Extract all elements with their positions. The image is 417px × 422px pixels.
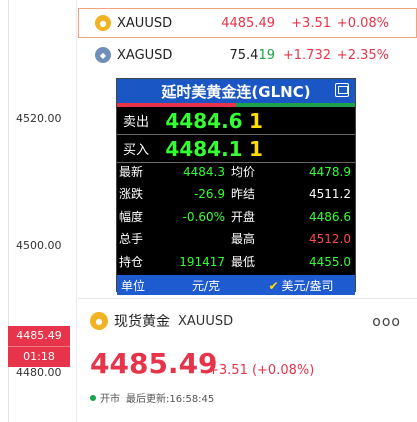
price-axis: 4520.00 4500.00 4480.00 4485.49 01:18: [0, 0, 77, 422]
window-toggle-icon[interactable]: [335, 83, 349, 97]
stat-label: 最高: [231, 232, 256, 247]
current-price-label: 4485.49: [16, 329, 62, 342]
price-main: 75.4: [229, 47, 259, 63]
sell-row: 卖出 4484.6 1: [117, 107, 355, 135]
status-label: 开市: [100, 394, 120, 405]
stat-label: 均价: [231, 165, 256, 179]
card-header: ● 现货黄金 XAUUSD: [90, 311, 233, 331]
big-price: 4485.49: [90, 347, 218, 380]
percent-value: +0.08%: [336, 15, 389, 31]
stat-value: 4486.6: [309, 209, 351, 224]
updated-label: 最后更新:16:58:45: [126, 394, 215, 405]
unit-usd-label: 美元/盎司: [281, 278, 334, 293]
stat-value: -0.60%: [182, 209, 225, 224]
stat-value: -26.9: [193, 187, 225, 202]
quote-panel: 延时美黄金连(GLNC) 卖出 4484.6 1 买入 4484.1 1 最新 …: [116, 78, 356, 295]
symbol-label: XAUUSD: [117, 15, 173, 31]
axis-tick: 4480.00: [16, 366, 62, 379]
stat-label: 昨结: [231, 187, 256, 202]
gold-coin-icon: ●: [90, 312, 108, 330]
price-value: 4485.49: [221, 15, 275, 31]
silver-coin-icon: ◆: [95, 47, 111, 63]
stat-label: 持仓: [119, 254, 144, 269]
watchlist-row-xagusd[interactable]: ◆ XAGUSD 75.419 +1.732 +2.35%: [78, 40, 417, 70]
sell-price: 4484.6: [165, 108, 243, 133]
stat-value: 4512.0: [309, 232, 351, 247]
countdown-label: 01:18: [8, 346, 70, 367]
sell-label: 卖出: [123, 115, 150, 130]
instrument-card[interactable]: ● 现货黄金 XAUUSD ooo 4485.49 +3.51 (+0.08%)…: [78, 298, 417, 422]
axis-tick: 4500.00: [16, 239, 62, 252]
instrument-symbol: XAUUSD: [178, 313, 234, 329]
app-root: 4520.00 4500.00 4480.00 4485.49 01:18 ● …: [0, 0, 417, 422]
stat-label: 幅度: [119, 209, 144, 224]
stat-label: 最新: [119, 165, 144, 179]
stat-value: 4455.0: [309, 254, 351, 269]
buy-label: 买入: [123, 143, 150, 158]
quote-stats-grid: 最新 4484.3 均价 4478.9 涨跌 -26.9 昨结 4511.2 幅…: [117, 163, 355, 275]
unit-label: 单位: [121, 278, 146, 293]
price-tail: 19: [258, 47, 275, 63]
buy-qty: 1: [249, 136, 263, 161]
percent-value: +2.35%: [336, 47, 389, 63]
stat-value: 191417: [179, 254, 225, 269]
watchlist-row-xauusd[interactable]: ● XAUUSD 4485.49 +3.51 +0.08%: [78, 8, 417, 38]
gold-coin-icon: ●: [95, 15, 111, 31]
check-icon: ✔: [268, 278, 279, 293]
change-value: +3.51: [291, 15, 331, 31]
stat-label: 最低: [231, 254, 256, 269]
buy-row: 买入 4484.1 1: [117, 135, 355, 163]
market-status: 开市 最后更新:16:58:45: [90, 390, 214, 405]
more-options-icon[interactable]: ooo: [372, 314, 401, 330]
quote-ratio-bar: [117, 103, 355, 107]
sell-qty: 1: [249, 108, 263, 133]
quote-title: 延时美黄金连(GLNC): [161, 82, 311, 101]
stat-value: 4511.2: [309, 187, 351, 202]
symbol-label: XAGUSD: [117, 47, 173, 63]
unit-cny-option[interactable]: 元/克: [165, 277, 247, 294]
price-value: 75.419: [203, 47, 276, 63]
axis-tick: 4520.00: [16, 112, 62, 125]
buy-price: 4484.1: [165, 136, 243, 161]
stat-label: 开盘: [231, 209, 256, 224]
current-price-tag: 4485.49 01:18: [8, 326, 70, 367]
stat-value: 4484.3: [183, 165, 225, 179]
big-change: +3.51 (+0.08%): [208, 363, 315, 378]
quote-title-bar: 延时美黄金连(GLNC): [117, 79, 355, 103]
unit-footer: 单位 元/克 ✔ 美元/盎司: [117, 275, 355, 295]
stat-value: 4478.9: [309, 165, 351, 179]
unit-usd-option[interactable]: ✔ 美元/盎司: [247, 277, 355, 294]
instrument-name: 现货黄金: [114, 314, 170, 330]
change-value: +1.732: [282, 47, 331, 63]
status-dot-icon: [90, 394, 96, 401]
stat-value: [157, 230, 229, 249]
stat-label: 总手: [119, 232, 144, 247]
stat-label: 涨跌: [119, 187, 144, 202]
